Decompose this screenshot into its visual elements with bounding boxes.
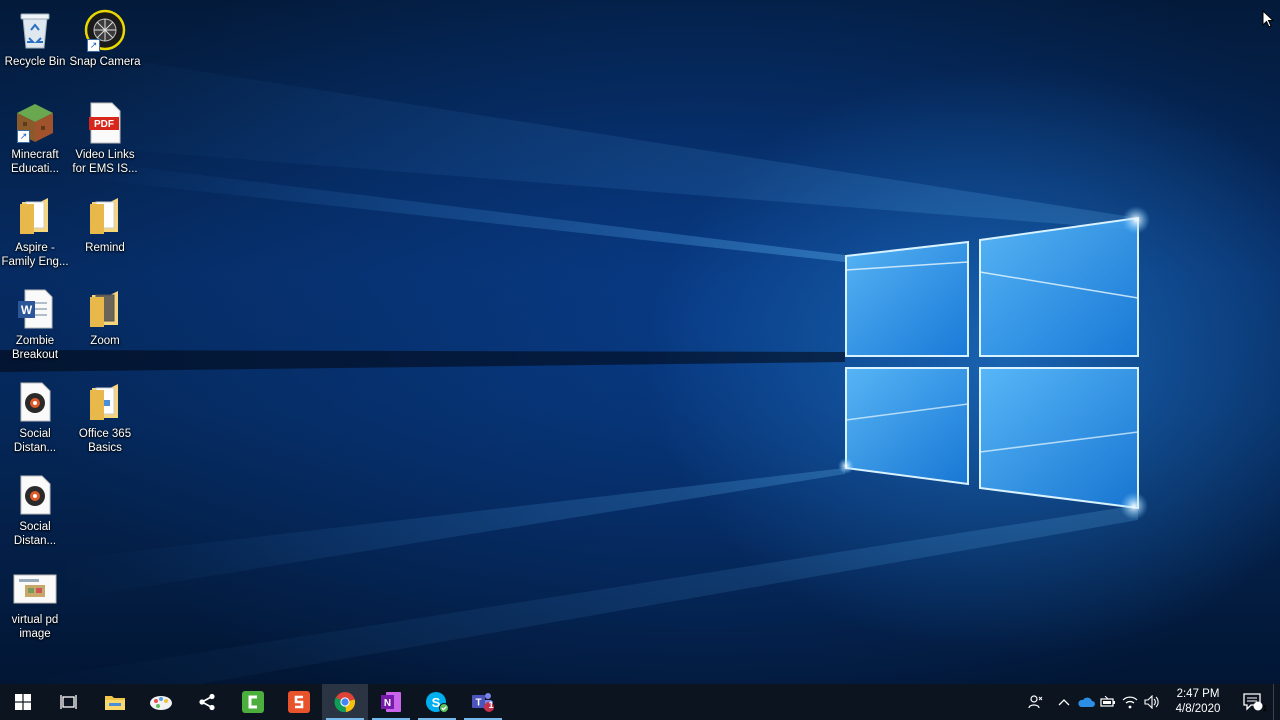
desktop-icon-office-365-folder[interactable]: Office 365 Basics	[70, 376, 140, 455]
notification-icon	[1243, 693, 1263, 711]
volume-icon[interactable]	[1141, 684, 1163, 720]
notification-count: 1	[1262, 704, 1267, 713]
clock-time: 2:47 PM	[1176, 688, 1220, 700]
desktop-icon-snap-camera[interactable]: ↗ Snap Camera	[70, 4, 140, 69]
folder-icon	[105, 696, 125, 710]
desktop-icon-label: Remind	[85, 242, 125, 254]
share-nodes-icon	[199, 693, 215, 711]
skype-button[interactable]: S	[414, 684, 460, 720]
desktop-icon-recycle-bin[interactable]: Recycle Bin	[0, 4, 70, 69]
minecraft-icon: ↗	[13, 101, 57, 145]
folder-icon	[13, 194, 57, 238]
desktop-icon-social-distancing-2[interactable]: Social Distan...	[0, 469, 70, 548]
clock-date: 4/8/2020	[1175, 703, 1221, 715]
desktop-icon-label: Minecraft Educati...	[11, 149, 59, 175]
folder-icon	[83, 194, 127, 238]
desktop-icon-label: Recycle Bin	[4, 56, 66, 68]
onedrive-cloud-icon[interactable]	[1075, 684, 1097, 720]
desktop-icon-remind-folder[interactable]: Remind	[70, 190, 140, 255]
task-view-icon	[60, 695, 77, 709]
shortcut-arrow-icon: ↗	[17, 130, 30, 143]
system-tray: 2:47 PM 4/8/2020 1	[1019, 684, 1280, 720]
file-explorer-button[interactable]	[92, 684, 138, 720]
snagit-button[interactable]	[276, 684, 322, 720]
svg-text:N: N	[384, 698, 391, 709]
media-file-icon	[13, 380, 57, 424]
wifi-icon[interactable]	[1119, 684, 1141, 720]
desktop-icon-virtual-pd-image[interactable]: virtual pd image	[0, 562, 70, 641]
desktop-icon-label: Aspire - Family Eng...	[1, 242, 69, 268]
teams-notification-badge: 1	[488, 700, 494, 710]
media-file-icon	[13, 473, 57, 517]
desktop-icon-zoom-folder[interactable]: Zoom	[70, 283, 140, 348]
desktop-icon-label: Zombie Breakout	[11, 335, 59, 361]
teams-button[interactable]: T 1	[460, 684, 506, 720]
svg-text:W: W	[21, 303, 33, 317]
task-view-button[interactable]	[46, 684, 92, 720]
desktop-icon-label: Office 365 Basics	[78, 428, 132, 454]
desktop-icon-label: Social Distan...	[13, 521, 57, 547]
share-button[interactable]	[184, 684, 230, 720]
people-icon[interactable]	[1019, 684, 1053, 720]
folder-icon	[83, 287, 127, 331]
paint-palette-icon	[150, 696, 172, 710]
taskbar: N S T 1 2:47 PM 4/8/2020 1	[0, 684, 1280, 720]
chrome-icon	[334, 692, 356, 713]
battery-icon[interactable]	[1097, 684, 1119, 720]
start-button[interactable]	[0, 684, 46, 720]
recycle-bin-icon	[13, 8, 57, 52]
desktop-icon-label: virtual pd image	[11, 614, 59, 640]
desktop-icon-label: Zoom	[90, 335, 120, 347]
folder-icon	[83, 380, 127, 424]
clock[interactable]: 2:47 PM 4/8/2020	[1163, 687, 1233, 717]
chevron-up-icon[interactable]	[1053, 684, 1075, 720]
camtasia-button[interactable]	[230, 684, 276, 720]
chrome-button[interactable]	[322, 684, 368, 720]
image-thumbnail-icon	[13, 566, 57, 610]
shortcut-arrow-icon: ↗	[87, 39, 100, 52]
word-document-icon: W	[13, 287, 57, 331]
camtasia-icon	[242, 691, 264, 713]
windows-logo-icon	[15, 694, 31, 710]
svg-text:PDF: PDF	[94, 119, 114, 130]
pdf-icon: PDF	[83, 101, 127, 145]
desktop-icon-label: Video Links for EMS IS...	[72, 149, 138, 175]
desktop-icon-label: Social Distan...	[13, 428, 57, 454]
onenote-icon: N	[381, 692, 401, 712]
desktop-wallpaper	[0, 0, 1280, 684]
desktop-icon-social-distancing-1[interactable]: Social Distan...	[0, 376, 70, 455]
snagit-icon	[288, 691, 310, 713]
paint-3d-button[interactable]	[138, 684, 184, 720]
action-center-button[interactable]: 1	[1233, 684, 1273, 720]
desktop-icon-zombie-breakout[interactable]: W Zombie Breakout	[0, 283, 70, 362]
show-desktop-button[interactable]	[1273, 684, 1280, 720]
onenote-button[interactable]: N	[368, 684, 414, 720]
desktop-icon-minecraft[interactable]: ↗ Minecraft Educati...	[0, 97, 70, 176]
skype-icon: S	[426, 692, 449, 713]
svg-text:T: T	[475, 698, 481, 709]
desktop-icon-label: Snap Camera	[69, 56, 141, 68]
desktop-icon-aspire-folder[interactable]: Aspire - Family Eng...	[0, 190, 70, 269]
desktop-icon-video-links-pdf[interactable]: PDF Video Links for EMS IS...	[70, 97, 140, 176]
snap-camera-icon: ↗	[83, 8, 127, 52]
mouse-cursor-icon	[1262, 9, 1275, 33]
